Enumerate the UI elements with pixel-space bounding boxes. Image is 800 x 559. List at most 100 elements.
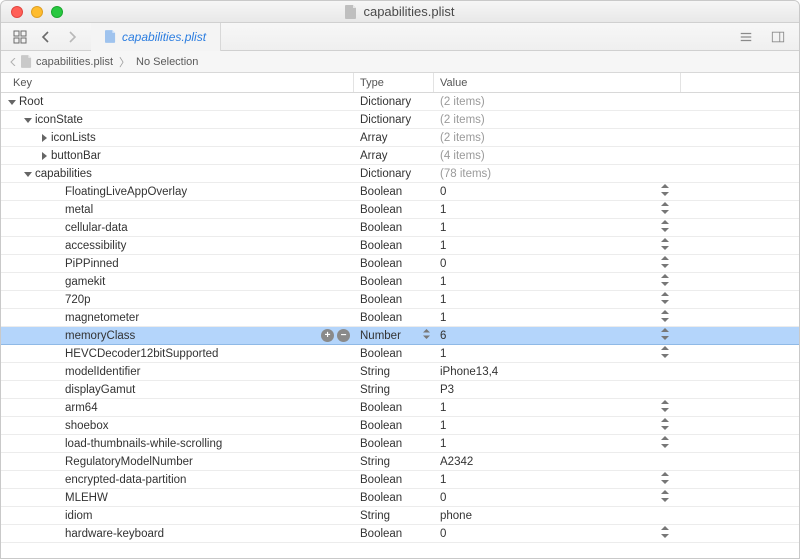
key-cell[interactable]: metal xyxy=(1,201,354,219)
value-cell[interactable]: 1 xyxy=(434,219,649,237)
plist-row[interactable]: cellular-dataBoolean1 xyxy=(1,219,799,237)
type-cell[interactable]: Boolean xyxy=(354,237,434,255)
type-cell[interactable]: Dictionary xyxy=(354,165,434,183)
type-cell[interactable]: Boolean xyxy=(354,417,434,435)
value-stepper[interactable] xyxy=(661,274,669,289)
plist-row[interactable]: encrypted-data-partitionBoolean1 xyxy=(1,471,799,489)
value-stepper[interactable] xyxy=(661,418,669,433)
value-cell[interactable]: 0 xyxy=(434,489,649,507)
value-cell[interactable]: (2 items) xyxy=(434,93,649,111)
value-stepper[interactable] xyxy=(661,490,669,505)
value-cell[interactable]: 1 xyxy=(434,237,649,255)
plist-row[interactable]: accessibilityBoolean1 xyxy=(1,237,799,255)
breadcrumb-selection[interactable]: No Selection xyxy=(136,56,198,68)
key-cell[interactable]: memoryClass+− xyxy=(1,327,354,345)
value-cell[interactable]: 6 xyxy=(434,327,649,345)
outline-view-button[interactable] xyxy=(735,27,757,47)
value-stepper[interactable] xyxy=(661,346,669,361)
value-cell[interactable]: 1 xyxy=(434,471,649,489)
zoom-window-button[interactable] xyxy=(51,6,63,18)
minimize-window-button[interactable] xyxy=(31,6,43,18)
plist-row[interactable]: buttonBarArray(4 items) xyxy=(1,147,799,165)
value-stepper[interactable] xyxy=(661,310,669,325)
plist-row[interactable]: iconStateDictionary(2 items) xyxy=(1,111,799,129)
type-cell[interactable]: Boolean xyxy=(354,255,434,273)
plist-row[interactable]: iconListsArray(2 items) xyxy=(1,129,799,147)
key-cell[interactable]: Root xyxy=(1,93,354,111)
column-value-header[interactable]: Value xyxy=(434,73,681,92)
key-cell[interactable]: modelIdentifier xyxy=(1,363,354,381)
key-cell[interactable]: cellular-data xyxy=(1,219,354,237)
key-cell[interactable]: iconLists xyxy=(1,129,354,147)
jump-bar[interactable]: capabilities.plist 〉 No Selection xyxy=(1,51,799,73)
key-cell[interactable]: idiom xyxy=(1,507,354,525)
value-stepper[interactable] xyxy=(661,526,669,541)
type-cell[interactable]: Boolean xyxy=(354,183,434,201)
type-cell[interactable]: Boolean xyxy=(354,525,434,543)
key-cell[interactable]: accessibility xyxy=(1,237,354,255)
plist-row[interactable]: load-thumbnails-while-scrollingBoolean1 xyxy=(1,435,799,453)
forward-button[interactable] xyxy=(61,27,83,47)
key-cell[interactable]: RegulatoryModelNumber xyxy=(1,453,354,471)
column-key-header[interactable]: Key xyxy=(1,73,354,92)
type-cell[interactable]: Array xyxy=(354,129,434,147)
value-stepper[interactable] xyxy=(661,184,669,199)
close-window-button[interactable] xyxy=(11,6,23,18)
value-cell[interactable]: P3 xyxy=(434,381,649,399)
plist-row[interactable]: gamekitBoolean1 xyxy=(1,273,799,291)
value-stepper[interactable] xyxy=(661,436,669,451)
value-stepper[interactable] xyxy=(661,202,669,217)
assistant-editor-button[interactable] xyxy=(767,27,789,47)
value-cell[interactable]: 0 xyxy=(434,525,649,543)
type-cell[interactable]: String xyxy=(354,363,434,381)
type-cell[interactable]: String xyxy=(354,507,434,525)
plist-row[interactable]: magnetometerBoolean1 xyxy=(1,309,799,327)
type-cell[interactable]: Boolean xyxy=(354,309,434,327)
key-cell[interactable]: gamekit xyxy=(1,273,354,291)
value-cell[interactable]: 0 xyxy=(434,255,649,273)
plist-row[interactable]: hardware-keyboardBoolean0 xyxy=(1,525,799,543)
type-cell[interactable]: Array xyxy=(354,147,434,165)
disclosure-triangle[interactable] xyxy=(23,170,33,178)
key-cell[interactable]: iconState xyxy=(1,111,354,129)
disclosure-triangle[interactable] xyxy=(39,134,49,142)
plist-row[interactable]: HEVCDecoder12bitSupportedBoolean1 xyxy=(1,345,799,363)
value-stepper[interactable] xyxy=(661,220,669,235)
value-cell[interactable]: iPhone13,4 xyxy=(434,363,649,381)
value-stepper[interactable] xyxy=(661,400,669,415)
type-cell[interactable]: String xyxy=(354,453,434,471)
plist-row[interactable]: 720pBoolean1 xyxy=(1,291,799,309)
value-cell[interactable]: phone xyxy=(434,507,649,525)
key-cell[interactable]: hardware-keyboard xyxy=(1,525,354,543)
key-cell[interactable]: buttonBar xyxy=(1,147,354,165)
back-button[interactable] xyxy=(35,27,57,47)
disclosure-triangle[interactable] xyxy=(7,98,17,106)
key-cell[interactable]: capabilities xyxy=(1,165,354,183)
plist-row[interactable]: idiomStringphone xyxy=(1,507,799,525)
value-stepper[interactable] xyxy=(661,256,669,271)
key-cell[interactable]: load-thumbnails-while-scrolling xyxy=(1,435,354,453)
plist-row[interactable]: MLEHWBoolean0 xyxy=(1,489,799,507)
type-cell[interactable]: Boolean xyxy=(354,435,434,453)
value-cell[interactable]: (2 items) xyxy=(434,111,649,129)
plist-row[interactable]: shoeboxBoolean1 xyxy=(1,417,799,435)
type-cell[interactable]: String xyxy=(354,381,434,399)
value-cell[interactable]: A2342 xyxy=(434,453,649,471)
add-row-button[interactable]: + xyxy=(321,329,334,342)
plist-row[interactable]: RootDictionary(2 items) xyxy=(1,93,799,111)
type-cell[interactable]: Dictionary xyxy=(354,93,434,111)
value-cell[interactable]: 0 xyxy=(434,183,649,201)
type-cell[interactable]: Boolean xyxy=(354,489,434,507)
related-items-button[interactable] xyxy=(9,27,31,47)
value-stepper[interactable] xyxy=(661,292,669,307)
type-cell[interactable]: Dictionary xyxy=(354,111,434,129)
key-cell[interactable]: FloatingLiveAppOverlay xyxy=(1,183,354,201)
value-cell[interactable]: (2 items) xyxy=(434,129,649,147)
key-cell[interactable]: arm64 xyxy=(1,399,354,417)
type-popup-icon[interactable] xyxy=(423,329,430,342)
plist-row[interactable]: FloatingLiveAppOverlayBoolean0 xyxy=(1,183,799,201)
breadcrumb-file[interactable]: capabilities.plist xyxy=(36,56,113,68)
value-cell[interactable]: 1 xyxy=(434,309,649,327)
type-cell[interactable]: Boolean xyxy=(354,471,434,489)
plist-row[interactable]: displayGamutStringP3 xyxy=(1,381,799,399)
